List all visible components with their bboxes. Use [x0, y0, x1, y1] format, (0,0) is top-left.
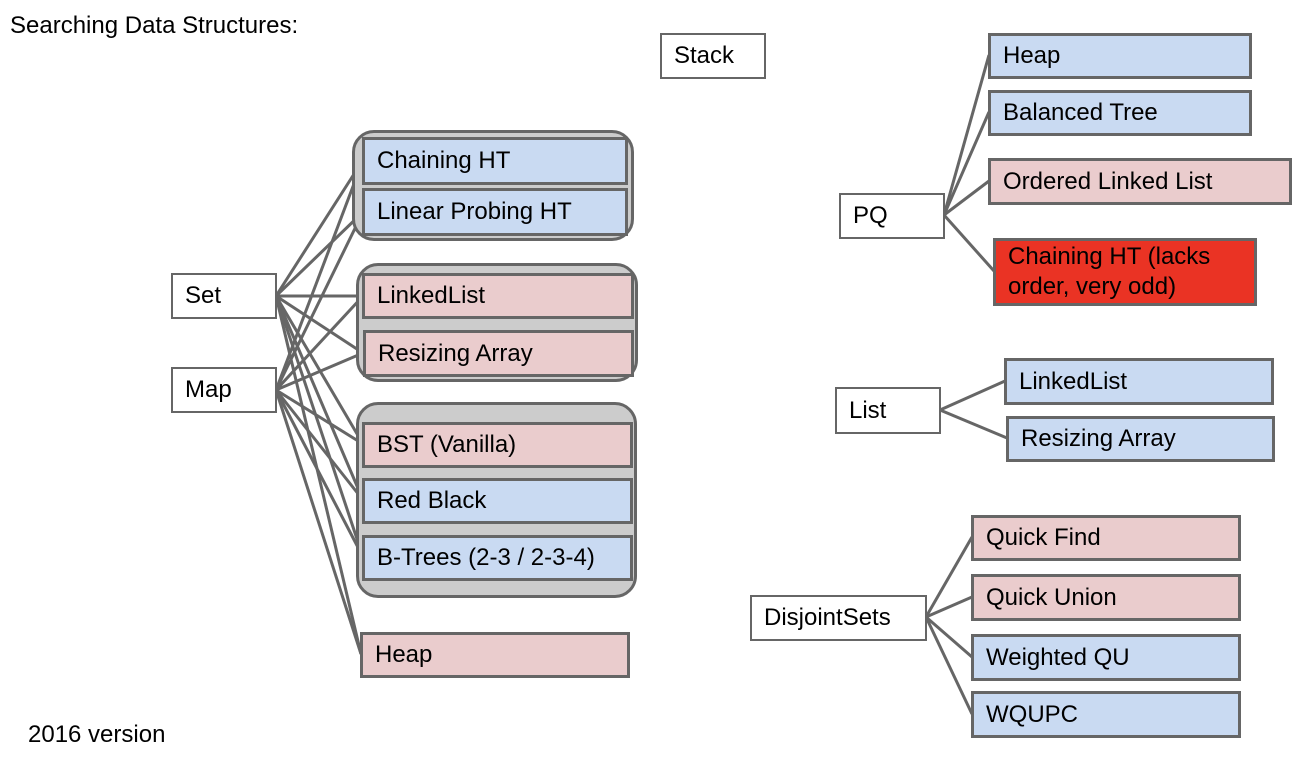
impl-heap-setmap: Heap: [360, 632, 630, 678]
edge-ds-quick-find: [924, 536, 974, 618]
edge-ds-weighted-qu: [925, 615, 973, 659]
edge-map-b-trees: [274, 389, 365, 558]
edge-pq-chaining-ht: [942, 214, 996, 272]
ds-impl-weighted-qu: Weighted QU: [971, 634, 1241, 681]
edge-map-linear-probing-ht: [274, 211, 365, 391]
edge-set-heap: [274, 295, 363, 655]
impl-linkedlist: LinkedList: [362, 273, 634, 319]
list-impl-resizing-array: Resizing Array: [1006, 416, 1275, 462]
list-node: List: [835, 387, 941, 434]
edge-ds-wqupc: [924, 616, 974, 715]
impl-b-trees: B-Trees (2-3 / 2-3-4): [362, 535, 633, 581]
pq-impl-ordered-linked-list: Ordered Linked List: [988, 158, 1292, 205]
ds-impl-wqupc: WQUPC: [971, 691, 1241, 738]
ds-impl-quick-union: Quick Union: [971, 574, 1241, 621]
impl-resizing-array: Resizing Array: [363, 330, 634, 377]
edge-set-linear-probing-ht: [274, 210, 365, 298]
edge-map-heap: [274, 389, 363, 655]
edge-list-resizing-array: [939, 408, 1008, 440]
pq-node: PQ: [839, 193, 945, 239]
map-node: Map: [171, 367, 277, 413]
impl-bst-vanilla: BST (Vanilla): [362, 422, 633, 468]
pq-impl-balanced-tree: Balanced Tree: [988, 90, 1252, 136]
set-node: Set: [171, 273, 277, 319]
edge-pq-heap: [942, 54, 991, 216]
ds-impl-quick-find: Quick Find: [971, 515, 1241, 561]
impl-linear-probing-ht: Linear Probing HT: [362, 188, 628, 236]
edge-list-linkedlist: [939, 379, 1006, 412]
disjoint-sets-node: DisjointSets: [750, 595, 927, 641]
pq-impl-heap: Heap: [988, 33, 1252, 79]
stack-node: Stack: [660, 33, 766, 79]
list-impl-linkedlist: LinkedList: [1004, 358, 1274, 405]
impl-chaining-ht: Chaining HT: [362, 137, 628, 185]
pq-impl-chaining-ht: Chaining HT (lacks order, very odd): [993, 238, 1257, 306]
impl-red-black: Red Black: [362, 478, 633, 524]
